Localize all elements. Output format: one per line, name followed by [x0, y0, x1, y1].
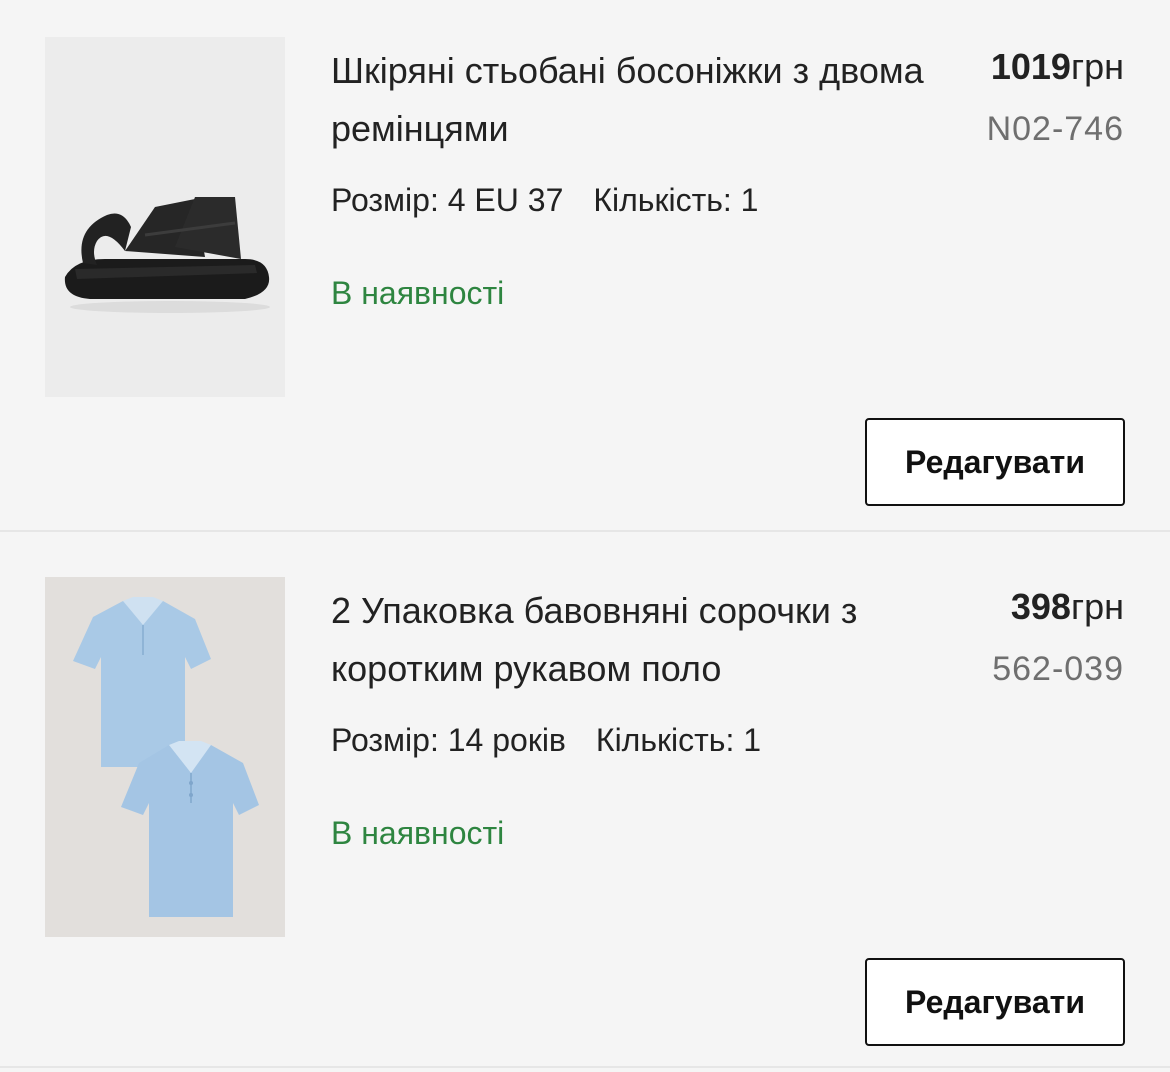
edit-button[interactable]: Редагувати — [865, 418, 1125, 506]
cart-item: Шкіряні стьобані босоніжки з двома ремін… — [0, 0, 1170, 532]
product-price: 1019грн — [991, 46, 1124, 88]
size-label: Розмір: 4 EU 37 — [331, 182, 564, 218]
product-title[interactable]: Шкіряні стьобані босоніжки з двома ремін… — [331, 42, 951, 158]
product-image-sandal[interactable] — [45, 37, 285, 397]
cart-item: 2 Упаковка бавовняні сорочки з коротким … — [0, 542, 1170, 1068]
product-options: Розмір: 4 EU 37 Кількість: 1 — [331, 182, 758, 219]
price-currency: грн — [1070, 46, 1124, 87]
product-title[interactable]: 2 Упаковка бавовняні сорочки з коротким … — [331, 582, 951, 698]
quantity-label: Кількість: 1 — [595, 722, 762, 758]
price-currency: грн — [1070, 586, 1124, 627]
sandal-photo-icon — [45, 37, 285, 397]
stock-status: В наявності — [331, 275, 505, 311]
price-amount: 1019 — [990, 46, 1071, 87]
product-sku: N02-746 — [986, 110, 1124, 148]
polo-shirts-photo-icon — [45, 577, 285, 937]
edit-button[interactable]: Редагувати — [865, 958, 1125, 1046]
price-amount: 398 — [1010, 586, 1071, 627]
product-sku: 562-039 — [992, 650, 1124, 688]
cart-item-list: Шкіряні стьобані босоніжки з двома ремін… — [0, 0, 1170, 1072]
stock-status: В наявності — [331, 815, 505, 851]
product-price: 398грн — [1011, 586, 1124, 628]
quantity-label: Кількість: 1 — [593, 182, 759, 218]
product-options: Розмір: 14 років Кількість: 1 — [331, 722, 761, 759]
size-label: Розмір: 14 років — [331, 722, 566, 758]
product-image-polo[interactable] — [45, 577, 285, 937]
